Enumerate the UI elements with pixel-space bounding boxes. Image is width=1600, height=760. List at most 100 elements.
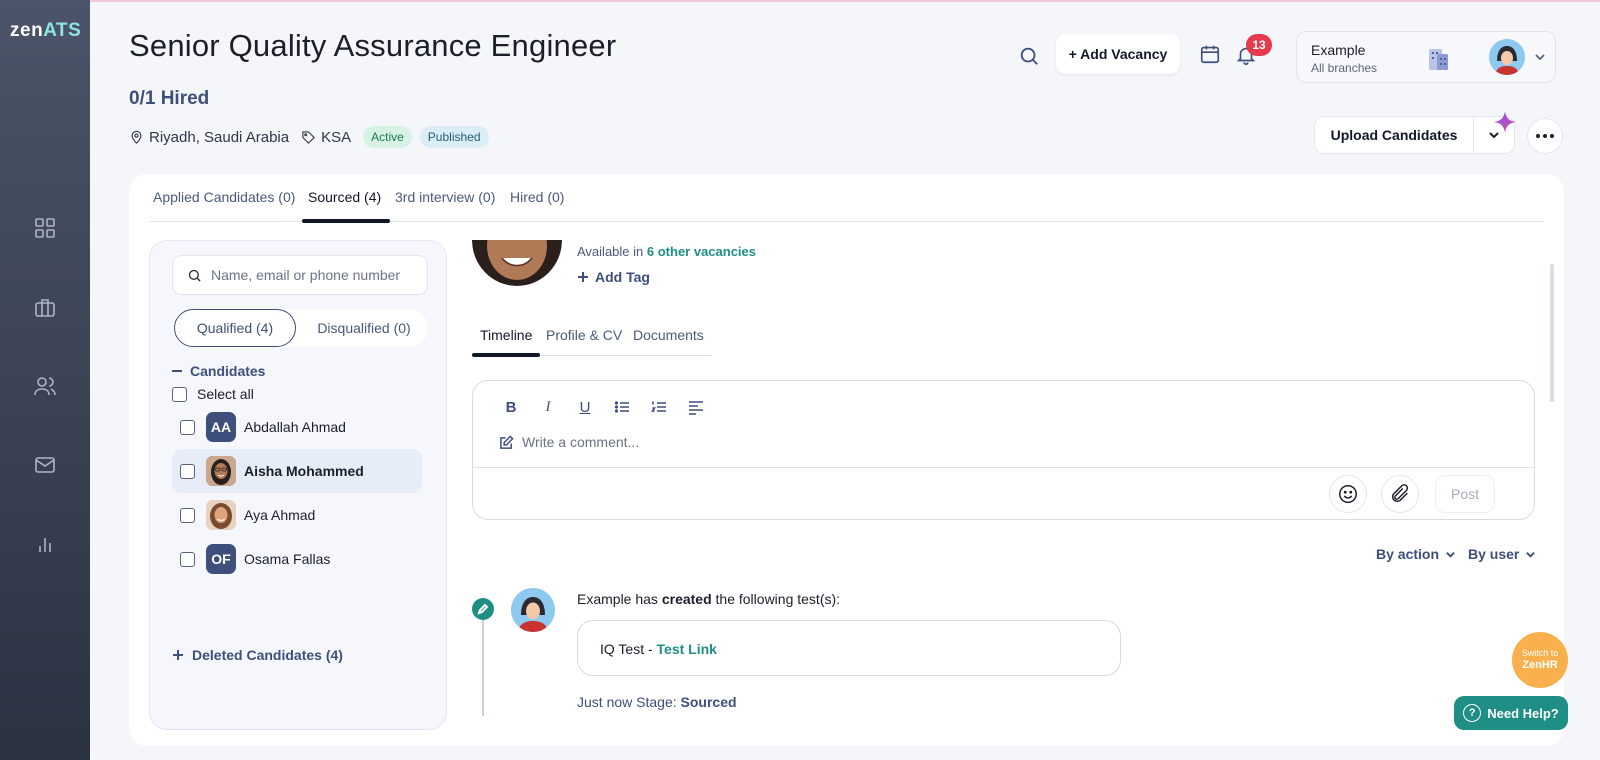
collapse-icon: [172, 370, 182, 372]
deleted-candidates-label: Deleted Candidates (4): [192, 647, 343, 663]
main-card: Applied Candidates (0) Sourced (4) 3rd i…: [129, 174, 1564, 746]
hired-count: 0/1 Hired: [129, 88, 210, 109]
list-item[interactable]: Aisha Mohammed: [172, 449, 422, 493]
availability-text: Available in 6 other vacancies: [577, 244, 757, 259]
status-badge-active: Active: [363, 126, 412, 148]
switch-big-label: ZenHR: [1522, 658, 1558, 671]
list-item[interactable]: OF Osama Fallas: [172, 537, 422, 581]
tab-sourced[interactable]: Sourced (4): [308, 189, 381, 205]
candidate-checkbox[interactable]: [180, 419, 195, 435]
avatar: [511, 588, 555, 632]
briefcase-icon[interactable]: [33, 296, 57, 320]
timeline-line: [482, 608, 484, 716]
help-icon: ?: [1463, 704, 1482, 722]
building-icon: [1425, 46, 1451, 72]
italic-button[interactable]: I: [538, 397, 558, 417]
chevron-down-icon: [1526, 551, 1536, 558]
tab-profile-cv[interactable]: Profile & CV: [546, 327, 622, 343]
post-button[interactable]: Post: [1435, 475, 1495, 513]
tab-hired[interactable]: Hired (0): [510, 189, 564, 205]
avatar: [206, 456, 236, 486]
candidate-checkbox[interactable]: [180, 463, 195, 479]
account-switcher[interactable]: Example All branches: [1296, 31, 1556, 83]
tab-3rd-interview[interactable]: 3rd interview (0): [395, 189, 495, 205]
active-tab-indicator: [302, 219, 390, 223]
candidate-checkbox[interactable]: [180, 507, 195, 523]
align-left-icon[interactable]: [686, 397, 706, 417]
candidate-photo: [472, 240, 562, 286]
add-vacancy-button[interactable]: + Add Vacancy: [1056, 34, 1180, 74]
notification-badge: 13: [1246, 34, 1272, 56]
candidate-checkbox[interactable]: [180, 551, 195, 567]
divider: [473, 467, 1534, 468]
need-help-button[interactable]: ? Need Help?: [1454, 696, 1568, 730]
tab-timeline[interactable]: Timeline: [480, 327, 532, 343]
underline-button[interactable]: U: [575, 397, 595, 417]
timeline-entry-text: Example has created the following test(s…: [577, 591, 841, 607]
calendar-icon[interactable]: [1199, 43, 1223, 67]
search-icon[interactable]: [1018, 45, 1042, 69]
attachment-icon[interactable]: [1381, 475, 1419, 513]
test-name: IQ Test -: [600, 641, 657, 657]
account-branch: All branches: [1311, 61, 1378, 75]
avatar[interactable]: [1489, 39, 1525, 75]
need-help-label: Need Help?: [1487, 705, 1559, 721]
avatar: [206, 500, 236, 530]
filter-by-action-label: By action: [1376, 546, 1440, 562]
chevron-down-icon[interactable]: [1533, 50, 1547, 64]
timeline-stage: Just now Stage: Sourced: [577, 694, 737, 710]
app-logo[interactable]: zenATS: [10, 20, 81, 42]
disqualified-tab[interactable]: Disqualified (0): [302, 309, 426, 347]
dashboard-icon[interactable]: [33, 216, 57, 240]
switch-to-zenhr-button[interactable]: Switch to ZenHR: [1512, 632, 1568, 688]
bar-chart-icon[interactable]: [33, 532, 57, 556]
plus-icon: [578, 272, 588, 282]
ai-sparkle-icon[interactable]: [1493, 110, 1517, 134]
select-all-checkbox[interactable]: [172, 386, 187, 402]
other-vacancies-link[interactable]: 6 other vacancies: [647, 244, 756, 259]
list-item[interactable]: Aya Ahmad: [172, 493, 422, 537]
more-options-button[interactable]: [1527, 118, 1563, 154]
search-icon: [188, 269, 201, 282]
filter-by-user-label: By user: [1468, 546, 1520, 562]
candidate-search-input[interactable]: [211, 264, 421, 286]
page-title: Senior Quality Assurance Engineer: [129, 28, 617, 63]
add-tag-label: Add Tag: [595, 269, 650, 285]
add-tag-button[interactable]: Add Tag: [577, 269, 650, 285]
filter-by-user[interactable]: By user: [1468, 546, 1536, 562]
mail-icon[interactable]: [33, 453, 57, 477]
tab-applied-candidates[interactable]: Applied Candidates (0): [153, 189, 295, 205]
select-all: Select all: [172, 386, 254, 402]
tab-documents[interactable]: Documents: [633, 327, 704, 343]
list-item[interactable]: AA Abdallah Ahmad: [172, 405, 422, 449]
emoji-icon[interactable]: [1329, 475, 1367, 513]
comment-input[interactable]: [522, 434, 922, 450]
users-icon[interactable]: [33, 374, 57, 398]
select-all-label: Select all: [197, 386, 254, 402]
tag-icon: [302, 130, 316, 144]
comment-editor: B I U Post: [472, 380, 1535, 520]
deleted-candidates-toggle[interactable]: Deleted Candidates (4): [172, 647, 343, 663]
candidate-name: Aisha Mohammed: [244, 463, 364, 479]
qualified-tab[interactable]: Qualified (4): [174, 309, 296, 347]
job-tag: KSA: [321, 128, 352, 146]
test-link[interactable]: Test Link: [657, 641, 717, 657]
job-location: Riyadh, Saudi Arabia: [149, 128, 290, 146]
editor-toolbar: B I U: [501, 397, 706, 417]
candidates-group-toggle[interactable]: Candidates: [172, 363, 265, 379]
account-name: Example: [1311, 42, 1366, 58]
edit-icon: [500, 434, 514, 449]
active-subtab-indicator: [472, 353, 540, 357]
filter-by-action[interactable]: By action: [1376, 546, 1456, 562]
scrollbar[interactable]: [1550, 264, 1554, 402]
candidate-name: Aya Ahmad: [244, 507, 316, 523]
bold-button[interactable]: B: [501, 397, 521, 417]
numbered-list-icon[interactable]: [649, 397, 669, 417]
candidates-group-label: Candidates: [190, 363, 266, 379]
bullet-list-icon[interactable]: [612, 397, 632, 417]
upload-candidates-button[interactable]: Upload Candidates: [1314, 116, 1474, 154]
avatar: OF: [206, 544, 236, 574]
stage-tabs: Applied Candidates (0) Sourced (4) 3rd i…: [149, 174, 1544, 223]
location-pin-icon: [131, 130, 142, 144]
candidate-panel: Qualified (4) Disqualified (0) Candidate…: [149, 240, 447, 730]
